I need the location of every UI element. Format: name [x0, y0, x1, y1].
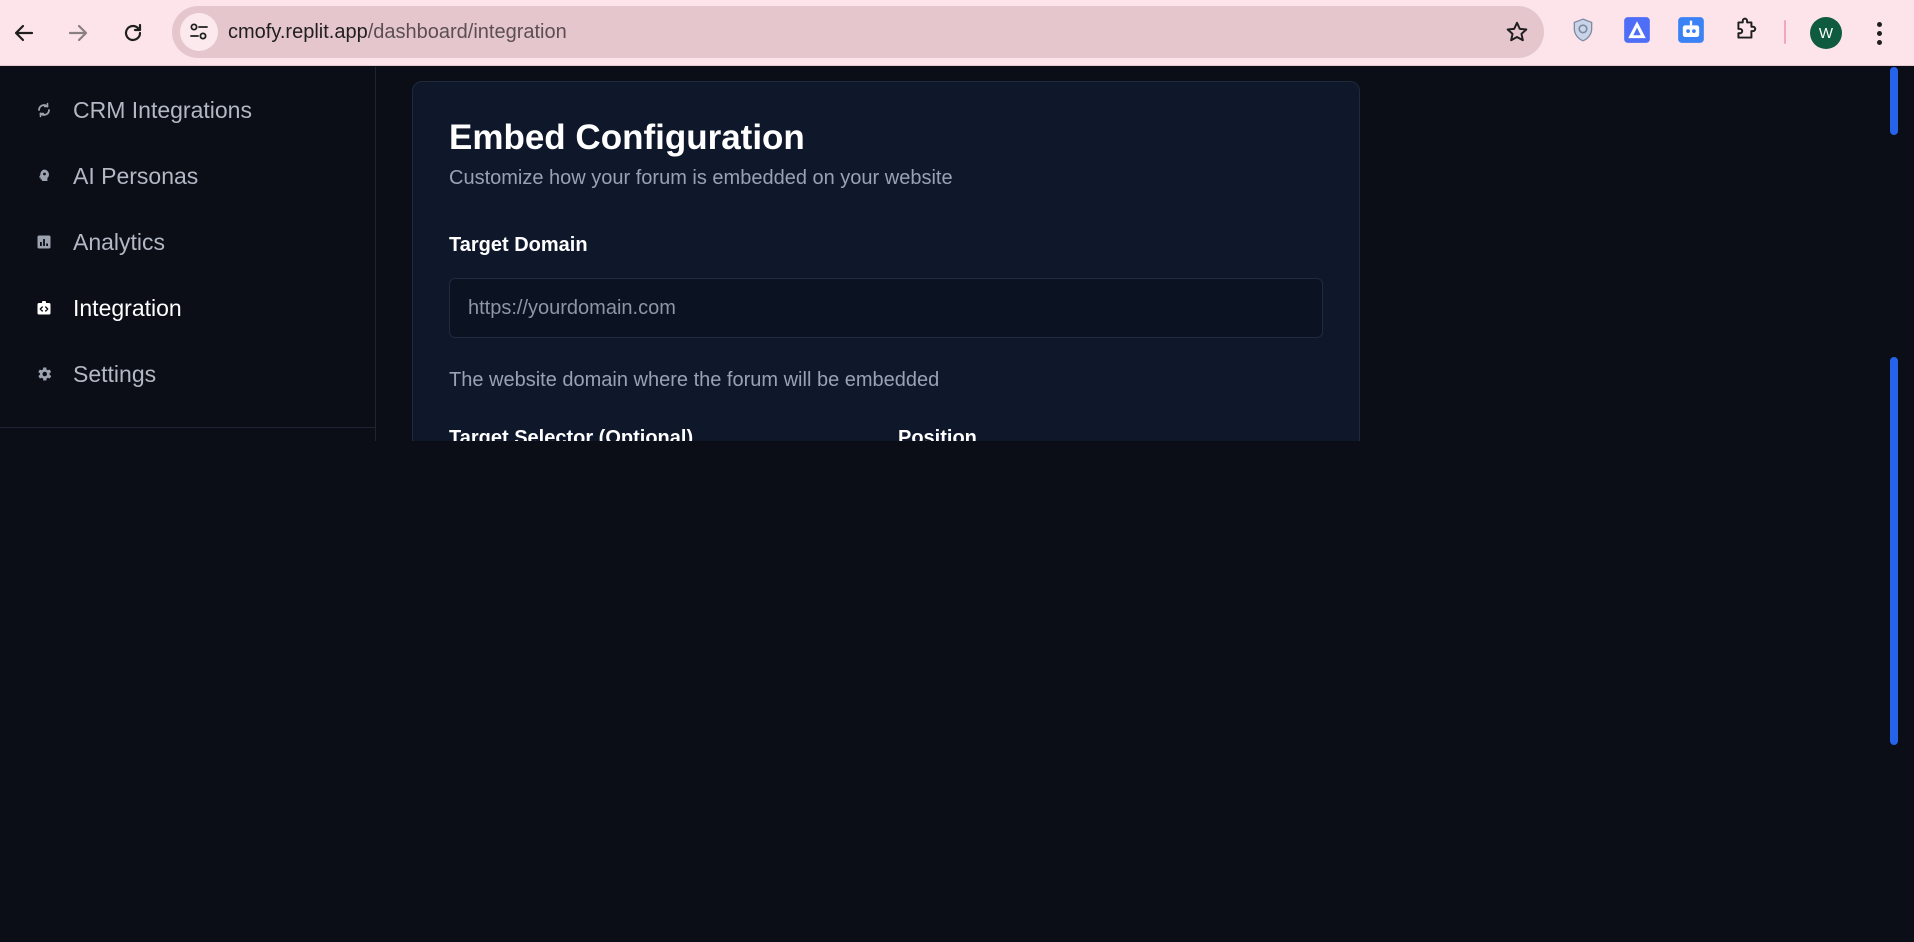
- sidebar-item-integration[interactable]: Integration: [0, 283, 375, 333]
- position-label: Position: [898, 427, 977, 441]
- sidebar-item-analytics[interactable]: Analytics: [0, 217, 375, 267]
- reload-button[interactable]: [113, 13, 153, 53]
- tune-icon: [190, 23, 208, 40]
- sidebar-item-ai-personas[interactable]: AI Personas: [0, 151, 375, 201]
- brain-icon: [34, 166, 54, 186]
- sidebar-item-label: CRM Integrations: [73, 96, 252, 123]
- target-domain-label: Target Domain: [449, 234, 588, 256]
- embed-configuration-card: Embed Configuration Customize how your f…: [412, 81, 1360, 441]
- triangle-extension-icon: [1624, 17, 1650, 43]
- sidebar-item-settings[interactable]: Settings: [0, 349, 375, 399]
- sidebar-item-label: Settings: [73, 360, 157, 387]
- back-button[interactable]: [4, 13, 44, 53]
- more-vertical-icon[interactable]: [1866, 17, 1892, 49]
- scrollbar-thumb-upper[interactable]: [1890, 67, 1898, 135]
- card-subtitle: Customize how your forum is embedded on …: [449, 167, 953, 189]
- scrollbar-thumb[interactable]: [1890, 357, 1898, 745]
- sidebar-divider: [0, 427, 375, 428]
- page-scrollbar[interactable]: [1890, 67, 1914, 942]
- forward-button[interactable]: [58, 13, 98, 53]
- puzzle-icon: [1737, 17, 1757, 39]
- triangle-extension-button[interactable]: [1622, 15, 1652, 45]
- sidebar-item-label: Analytics: [73, 228, 166, 255]
- card-title: Embed Configuration: [449, 118, 805, 157]
- sidebar-item-label: AI Personas: [73, 162, 199, 189]
- url-host: cmofy.replit.app: [228, 21, 368, 43]
- toolbar-divider: [1784, 20, 1786, 44]
- sidebar-item-label: Integration: [73, 294, 182, 321]
- code-icon: [34, 298, 54, 318]
- star-icon: [1506, 21, 1528, 42]
- extensions-button[interactable]: [1731, 15, 1761, 45]
- browser-toolbar: cmofy.replit.app/dashboard/integration W: [0, 0, 1914, 66]
- site-info-button[interactable]: [180, 13, 218, 51]
- page-viewport: CRM Integrations AI Personas Analytics I…: [0, 67, 1890, 441]
- arrow-right-icon: [68, 24, 88, 42]
- address-bar[interactable]: cmofy.replit.app/dashboard/integration: [172, 6, 1544, 58]
- shield-extension-icon: [1573, 18, 1593, 42]
- robot-extension-icon: [1678, 17, 1704, 43]
- target-selector-label: Target Selector (Optional): [449, 427, 694, 441]
- sync-icon: [34, 100, 54, 120]
- robot-extension-button[interactable]: [1676, 15, 1706, 45]
- target-domain-help: The website domain where the forum will …: [449, 369, 940, 391]
- gear-icon: [34, 364, 54, 384]
- sidebar-item-crm-integrations[interactable]: CRM Integrations: [0, 85, 375, 135]
- url-path: /dashboard/integration: [367, 21, 567, 43]
- profile-avatar[interactable]: W: [1810, 17, 1842, 49]
- target-domain-input[interactable]: [449, 278, 1323, 338]
- sidebar: CRM Integrations AI Personas Analytics I…: [0, 67, 376, 441]
- reload-icon: [124, 23, 142, 42]
- bookmark-button[interactable]: [1504, 19, 1530, 45]
- url-text[interactable]: cmofy.replit.app/dashboard/integration: [228, 6, 567, 58]
- bar-chart-icon: [34, 232, 54, 252]
- arrow-left-icon: [14, 24, 34, 42]
- shield-extension-button[interactable]: [1568, 15, 1598, 45]
